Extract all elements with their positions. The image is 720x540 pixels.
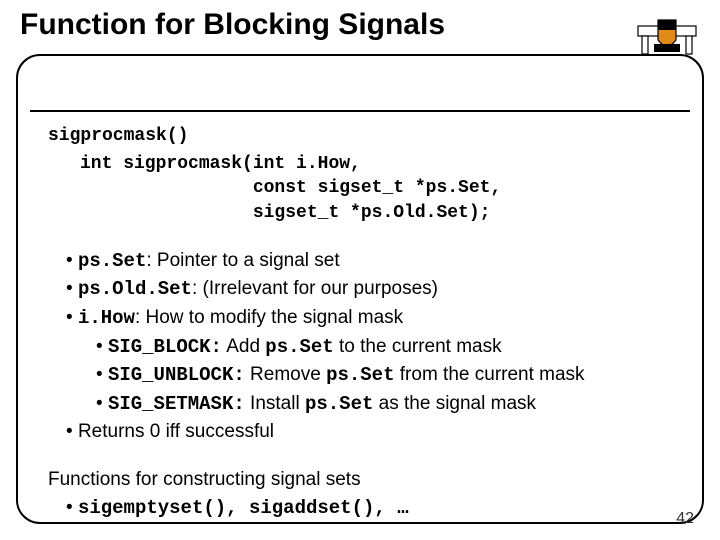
bullet-ihow: i.How: How to modify the signal mask: [66, 304, 672, 333]
text-sigsetmask-pre: Install: [245, 393, 305, 414]
footer-line-1: Functions for constructing signal sets: [48, 466, 409, 494]
code-ihow: i.How: [78, 307, 135, 329]
text-ihow: : How to modify the signal mask: [135, 307, 403, 328]
code-psset: ps.Set: [78, 250, 146, 272]
code-sigsetmask-arg: ps.Set: [305, 393, 373, 415]
signature-line-2: const sigset_t *ps.Set,: [80, 176, 672, 200]
code-sigunblock-arg: ps.Set: [326, 364, 394, 386]
text-sigsetmask-post: as the signal mask: [373, 393, 536, 414]
bullet-psset: ps.Set: Pointer to a signal set: [66, 247, 672, 276]
title-underline: [30, 110, 690, 112]
bullet-list: ps.Set: Pointer to a signal set ps.Old.S…: [48, 247, 672, 446]
text-returns: Returns 0 iff successful: [78, 421, 274, 442]
bullet-returns: Returns 0 iff successful: [66, 418, 672, 446]
text-psset: : Pointer to a signal set: [146, 250, 339, 271]
bullet-sigsetmask: SIG_SETMASK: Install ps.Set as the signa…: [96, 390, 672, 419]
code-sigblock-arg: ps.Set: [265, 336, 333, 358]
slide-title: Function for Blocking Signals: [16, 8, 449, 42]
code-sigblock: SIG_BLOCK:: [108, 336, 222, 358]
signature-line-1: int sigprocmask(int i.How,: [80, 152, 672, 176]
text-sigblock-pre: Add: [222, 336, 265, 357]
code-psold: ps.Old.Set: [78, 278, 192, 300]
content-area: sigprocmask() int sigprocmask(int i.How,…: [48, 126, 672, 446]
text-sigblock-post: to the current mask: [334, 336, 502, 357]
text-psold: : (Irrelevant for our purposes): [192, 278, 438, 299]
text-sigunblock-pre: Remove: [245, 364, 326, 385]
code-sigsetmask: SIG_SETMASK:: [108, 393, 245, 415]
bullet-psold: ps.Old.Set: (Irrelevant for our purposes…: [66, 275, 672, 304]
signature-line-3: sigset_t *ps.Old.Set);: [80, 201, 672, 225]
code-sigunblock: SIG_UNBLOCK:: [108, 364, 245, 386]
slide-frame: sigprocmask() int sigprocmask(int i.How,…: [16, 54, 704, 524]
page-number: 42: [676, 510, 694, 528]
bullet-sigblock: SIG_BLOCK: Add ps.Set to the current mas…: [96, 333, 672, 362]
function-name: sigprocmask(): [48, 126, 672, 146]
footer-bullet: • sigemptyset(), sigaddset(), …: [66, 494, 409, 523]
bullet-sigunblock: SIG_UNBLOCK: Remove ps.Set from the curr…: [96, 361, 672, 390]
footer-block: Functions for constructing signal sets •…: [48, 466, 409, 522]
text-sigunblock-post: from the current mask: [395, 364, 585, 385]
footer-fns: sigemptyset(), sigaddset(), …: [78, 497, 409, 519]
princeton-crest-icon: [636, 10, 698, 60]
